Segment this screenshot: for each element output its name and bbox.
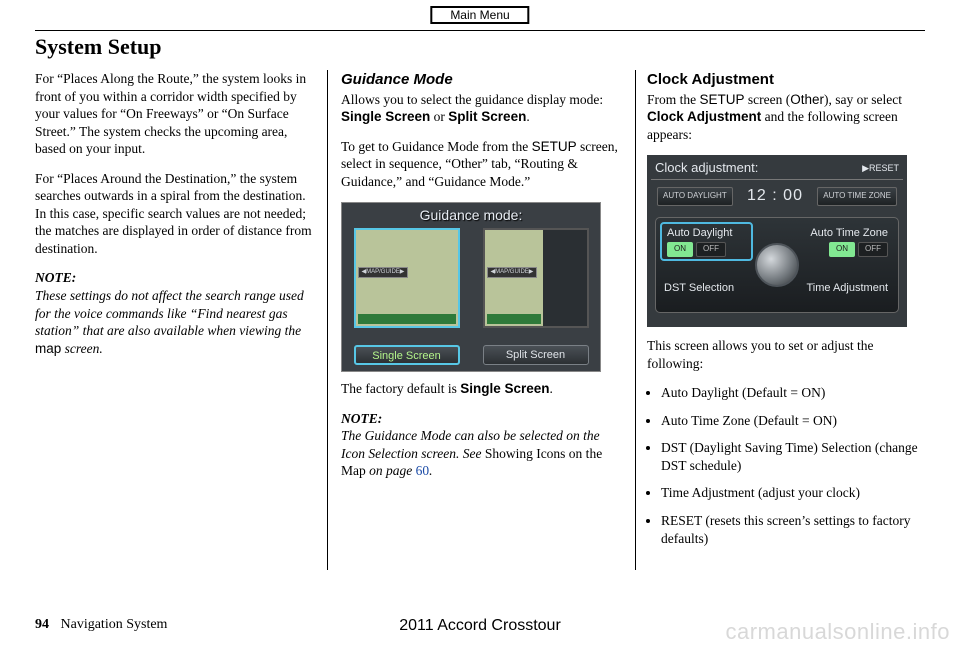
setup-keyword-2: SETUP — [700, 92, 745, 107]
map-guide-label-2: ◀MAP/GUIDE▶ — [487, 267, 538, 279]
setup-keyword: SETUP — [532, 139, 577, 154]
auto-timezone-chip: AUTO TIME ZONE — [817, 187, 897, 205]
list-item: RESET (resets this screen’s settings to … — [661, 512, 925, 547]
column-1: For “Places Along the Route,” the system… — [35, 70, 327, 557]
gm-note-b: on page — [366, 463, 416, 478]
single-screen-default: Single Screen — [460, 381, 549, 396]
clock-settings-list: Auto Daylight (Default = ON) Auto Time Z… — [661, 384, 925, 547]
clock-adjustment-term: Clock Adjustment — [647, 109, 761, 124]
gm-greenbar-icon-2 — [487, 314, 541, 324]
note-block: NOTE: These settings do not affect the s… — [35, 269, 313, 357]
main-menu-button[interactable]: Main Menu — [430, 6, 529, 24]
clock-adjustment-intro: From the SETUP screen (Other), say or se… — [647, 91, 925, 144]
clock-adjust-description: This screen allows you to set or adjust … — [647, 337, 925, 372]
on-pill[interactable]: ON — [667, 242, 693, 256]
list-item: DST (Daylight Saving Time) Selection (ch… — [661, 439, 925, 474]
guidance-mode-howto: To get to Guidance Mode from the SETUP s… — [341, 138, 619, 191]
gm-screenshot-title: Guidance mode: — [342, 203, 600, 224]
auto-daylight-toggle: ON OFF — [667, 242, 746, 256]
list-item: Auto Time Zone (Default = ON) — [661, 412, 925, 430]
guidance-mode-screenshot: Guidance mode: ◀MAP/GUIDE▶ ◀MAP/GUIDE▶ S… — [341, 202, 601, 372]
split-screen-button[interactable]: Split Screen — [483, 345, 589, 365]
gm-text-period: . — [526, 109, 529, 124]
column-2: Guidance Mode Allows you to select the g… — [327, 70, 633, 557]
places-along-route-paragraph: For “Places Along the Route,” the system… — [35, 70, 313, 158]
auto-timezone-label: Auto Time Zone — [805, 226, 888, 240]
gm-note-block: NOTE: The Guidance Mode can also be sele… — [341, 410, 619, 480]
auto-timezone-toggle: ON OFF — [805, 242, 888, 256]
caption-c: . — [550, 381, 553, 396]
gm-map-row: ◀MAP/GUIDE▶ ◀MAP/GUIDE▶ — [342, 228, 600, 328]
header-rule — [35, 30, 925, 31]
single-screen-term: Single Screen — [341, 109, 430, 124]
clock-time: 12 : 00 — [747, 186, 803, 207]
ca-text-c: ), say or select — [824, 92, 902, 107]
note-text-b: screen. — [61, 341, 102, 356]
gm-button-row: Single Screen Split Screen — [342, 345, 600, 365]
note-text-a: These settings do not affect the search … — [35, 288, 304, 338]
map-guide-label: ◀MAP/GUIDE▶ — [358, 267, 409, 279]
auto-daylight-option[interactable]: Auto Daylight ON OFF — [660, 222, 753, 261]
guidance-mode-intro: Allows you to select the guidance displa… — [341, 91, 619, 126]
gm-howto-a: To get to Guidance Mode from the — [341, 139, 532, 154]
note-label: NOTE: — [35, 270, 76, 285]
time-adjustment-option[interactable]: Time Adjustment — [797, 278, 898, 298]
factory-default-caption: The factory default is Single Screen. — [341, 380, 619, 398]
reset-button[interactable]: ▶RESET — [862, 163, 899, 175]
page-link-60[interactable]: 60 — [416, 463, 430, 478]
list-item: Auto Daylight (Default = ON) — [661, 384, 925, 402]
footer-model-year: 2011 Accord Crosstour — [399, 617, 561, 635]
gm-note-label: NOTE: — [341, 411, 382, 426]
auto-daylight-chip: AUTO DAYLIGHT — [657, 187, 733, 205]
dst-selection-option[interactable]: DST Selection — [656, 278, 757, 298]
split-screen-term: Split Screen — [448, 109, 526, 124]
ca-status-row: AUTO DAYLIGHT 12 : 00 AUTO TIME ZONE — [647, 180, 907, 213]
page-title: System Setup — [35, 34, 162, 60]
clock-adjustment-heading: Clock Adjustment — [647, 70, 925, 90]
ca-text-b: screen ( — [745, 92, 791, 107]
ca-screenshot-title: Clock adjustment: — [655, 160, 758, 177]
watermark: carmanualsonline.info — [725, 619, 950, 645]
on-pill-2[interactable]: ON — [829, 242, 855, 256]
clock-adjustment-screenshot: Clock adjustment: ▶RESET AUTO DAYLIGHT 1… — [647, 155, 907, 327]
ca-screenshot-title-row: Clock adjustment: ▶RESET — [647, 155, 907, 179]
single-screen-button[interactable]: Single Screen — [354, 345, 460, 365]
ca-text-a: From the — [647, 92, 700, 107]
list-item: Time Adjustment (adjust your clock) — [661, 484, 925, 502]
auto-daylight-label: Auto Daylight — [667, 226, 746, 240]
gm-text-or: or — [430, 109, 448, 124]
guidance-mode-heading: Guidance Mode — [341, 70, 619, 90]
note-body: These settings do not affect the search … — [35, 288, 304, 356]
gm-map-split: ◀MAP/GUIDE▶ — [483, 228, 589, 328]
auto-timezone-option[interactable]: Auto Time Zone ON OFF — [797, 223, 898, 260]
page-number: 94 — [35, 617, 49, 632]
places-around-destination-paragraph: For “Places Around the Destination,” the… — [35, 170, 313, 258]
ca-panel: Auto Daylight ON OFF DST Selection Auto … — [655, 217, 899, 313]
footer-section-label: Navigation System — [61, 617, 168, 632]
map-keyword: map — [35, 341, 61, 356]
off-pill-2[interactable]: OFF — [858, 242, 888, 256]
control-knob-icon[interactable] — [755, 243, 799, 287]
gm-map-single: ◀MAP/GUIDE▶ — [354, 228, 460, 328]
gm-split-panel-icon — [543, 230, 587, 326]
gm-text-a: Allows you to select the guidance displa… — [341, 92, 603, 107]
gm-note-c: . — [429, 463, 432, 478]
content-area: For “Places Along the Route,” the system… — [35, 70, 925, 557]
caption-a: The factory default is — [341, 381, 460, 396]
other-keyword: Other — [790, 92, 824, 107]
gm-greenbar-icon — [358, 314, 456, 324]
off-pill[interactable]: OFF — [696, 242, 726, 256]
column-3: Clock Adjustment From the SETUP screen (… — [633, 70, 925, 557]
